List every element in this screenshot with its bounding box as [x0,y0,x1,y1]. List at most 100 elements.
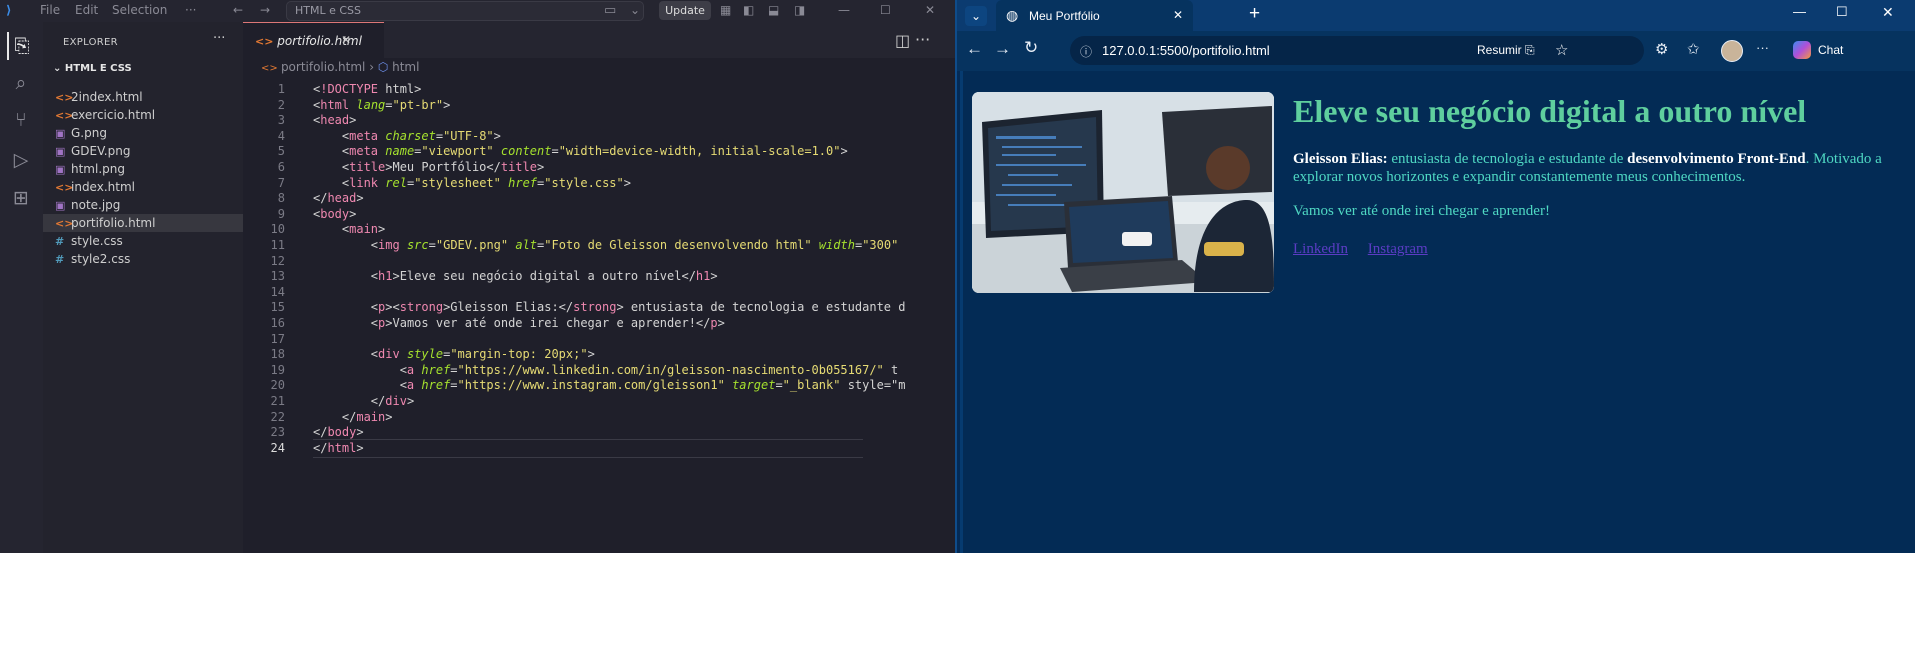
close-icon[interactable]: ✕ [1882,4,1894,21]
file-type-icon: # [55,253,65,266]
explorer-sidebar: EXPLORER ··· ⌄ HTML E CSS <>2index.html <… [43,22,243,553]
file-name: style2.css [71,252,131,266]
menu-edit[interactable]: Edit [75,3,98,17]
file-item[interactable]: ▣ note.jpg [43,196,243,214]
address-toolbar: ← → ↻ ⓘ 127.0.0.1:5500/portifolio.html R… [957,31,1915,71]
tab-close-icon[interactable]: ✕ [341,33,351,47]
source-control-icon[interactable]: ⑂ [7,106,35,134]
element-icon: ⬡ [377,60,393,74]
current-line-highlight [313,438,863,458]
intro-paragraph: Gleisson Elias: entusiasta de tecnologia… [1293,150,1893,186]
file-type-icon: <> [55,217,74,230]
editor-area: <> portifolio.html ✕ ◫ ··· <> portifolio.… [243,22,1180,553]
summarize-button[interactable]: Resumir ⎘ [1477,43,1535,58]
explorer-icon[interactable]: ⎘ [7,32,35,60]
activity-bar: ⎘ ⌕ ⑂ ▷ ⊞ [0,22,43,553]
code-line: <h1>Eleve seu negócio digital a outro ní… [313,269,718,284]
close-icon[interactable]: ✕ [925,3,935,17]
maximize-icon[interactable]: ☐ [880,3,891,17]
back-arrow-icon[interactable]: ← [233,3,243,17]
copilot-icon [1793,41,1811,59]
file-type-icon: ▣ [55,199,66,212]
linkedin-link[interactable]: LinkedIn [1293,241,1348,257]
file-name: exercicio.html [71,108,156,122]
line-number: 24 [270,440,285,455]
vscode-window: ⟩ File Edit Selection ··· ← → HTML e CSS… [0,0,1180,553]
file-name: index.html [71,180,135,194]
file-item[interactable]: # style.css [43,232,243,250]
command-center-search[interactable]: HTML e CSS [286,1,644,21]
breadcrumb: <> portifolio.html › ⬡ html [243,60,419,78]
search-icon[interactable]: ⌕ [7,69,35,97]
explorer-more-button[interactable]: ··· [213,31,225,46]
menu-more[interactable]: ··· [185,3,196,17]
maximize-icon[interactable]: ☐ [1836,4,1848,20]
breadcrumb-file[interactable]: portifolio.html [281,60,365,74]
forward-arrow-icon[interactable]: → [260,3,270,17]
tab-portifolio-html[interactable]: <> portifolio.html ✕ [243,22,384,58]
file-item[interactable]: <>index.html [43,178,243,196]
menu-file[interactable]: File [40,3,60,17]
favorites-icon[interactable]: ✩ [1687,40,1700,58]
profile-photo [972,92,1274,293]
toggle-sidebar-icon[interactable]: ◧ [743,3,754,17]
file-item[interactable]: ▣ GDEV.png [43,142,243,160]
new-tab-icon[interactable]: + [1249,3,1260,25]
minimize-icon[interactable]: — [838,3,850,17]
breadcrumb-element[interactable]: html [392,60,419,74]
split-editor-icon[interactable]: ◫ [895,31,910,50]
file-type-icon: <> [55,109,74,122]
code-editor[interactable]: 1 <!DOCTYPE html> 2 <html lang="pt-br"> 3 <he… [243,80,943,550]
extensions-icon[interactable]: ⚙ [1655,40,1668,58]
update-button[interactable]: Update [659,1,711,20]
file-type-icon: ▣ [55,127,66,140]
layout-grid-icon[interactable]: ▦ [720,3,731,17]
page-viewport: Eleve seu negócio digital a outro nível … [960,71,1915,553]
file-name: portifolio.html [71,216,156,230]
html-file-icon: <> [261,63,281,74]
photo-drawing [972,92,1274,293]
back-arrow-icon[interactable]: ← [966,39,983,59]
file-item[interactable]: <>2index.html [43,88,243,106]
browser-tab-meu-portfolio[interactable]: ◍ Meu Portfólio ✕ [996,0,1193,31]
minimize-icon[interactable]: — [1793,4,1806,19]
edge-browser-window: ⌄ ◍ Meu Portfólio ✕ + — ☐ ✕ ← → ↻ ⓘ 127.… [957,0,1915,553]
site-info-icon[interactable]: ⓘ [1080,43,1092,60]
file-item[interactable]: <>portifolio.html [43,214,243,232]
run-debug-icon[interactable]: ▷ [7,146,35,174]
page-heading: Eleve seu negócio digital a outro nível [1293,93,1807,129]
instagram-link[interactable]: Instagram [1368,241,1428,257]
folder-header[interactable]: ⌄ HTML E CSS [43,63,243,81]
copilot-chat-icon[interactable]: ▭ [604,3,616,18]
file-item[interactable]: # style2.css [43,250,243,268]
file-type-icon: ▣ [55,163,66,176]
file-type-icon: <> [55,181,74,194]
avatar[interactable] [1721,40,1743,62]
forward-arrow-icon[interactable]: → [994,39,1011,59]
menu-selection[interactable]: Selection [112,3,167,17]
copilot-chat-button[interactable]: Chat [1783,37,1913,65]
file-item[interactable]: <>exercicio.html [43,106,243,124]
address-bar[interactable]: ⓘ 127.0.0.1:5500/portifolio.html Resumir… [1070,36,1644,65]
url-text: 127.0.0.1:5500/portifolio.html [1102,43,1270,58]
file-name: G.png [71,126,107,140]
tab-actions-chevron-icon[interactable]: ⌄ [965,6,987,26]
refresh-icon[interactable]: ↻ [1024,38,1038,58]
editor-more-icon[interactable]: ··· [915,30,930,49]
favorite-star-icon[interactable]: ☆ [1555,41,1568,59]
toggle-panel-icon[interactable]: ⬓ [768,3,779,17]
toggle-secondary-sidebar-icon[interactable]: ◨ [794,3,805,17]
settings-more-icon[interactable]: ··· [1756,40,1769,55]
explorer-title: EXPLORER [63,37,118,48]
chat-label: Chat [1818,43,1844,57]
search-text: HTML e CSS [295,4,362,17]
tab-close-icon[interactable]: ✕ [1173,8,1183,22]
chevron-down-icon[interactable]: ⌄ [630,3,640,17]
file-name: 2index.html [71,90,143,104]
file-item[interactable]: ▣ G.png [43,124,243,142]
file-item[interactable]: ▣ html.png [43,160,243,178]
intro-highlight: desenvolvimento Front-End [1627,151,1806,167]
intro-name: Gleisson Elias: [1293,151,1388,167]
code-line: <img src="GDEV.png" alt="Foto de Gleisso… [313,238,899,252]
extensions-icon[interactable]: ⊞ [7,184,35,212]
